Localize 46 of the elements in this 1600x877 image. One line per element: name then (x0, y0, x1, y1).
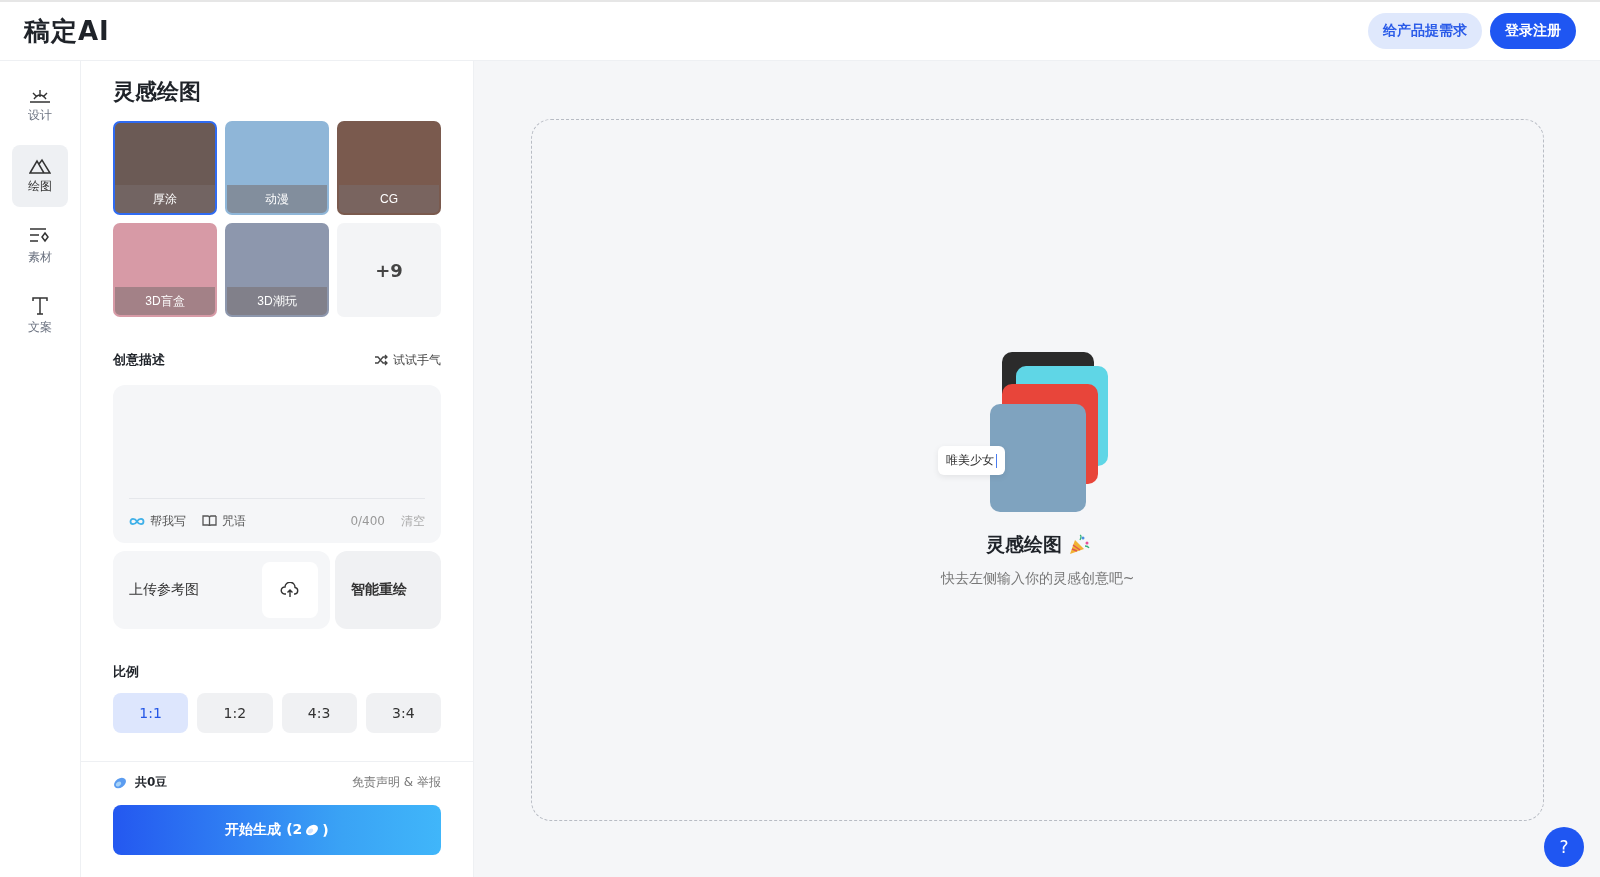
style-card[interactable]: 动漫 (225, 121, 329, 215)
party-popper-icon (1067, 534, 1090, 556)
nav-item[interactable]: 文案 (12, 285, 68, 347)
prompt-tool-button[interactable]: 帮我写 (129, 512, 186, 530)
style-card[interactable]: 厚涂 (113, 121, 217, 215)
ratio-option[interactable]: 1:1 (113, 693, 189, 733)
infinity-icon (129, 516, 145, 526)
upload-button[interactable] (262, 562, 318, 618)
list-sparkle-icon (29, 226, 51, 245)
feedback-button[interactable]: 给产品提需求 (1368, 13, 1482, 49)
style-card[interactable]: 3D潮玩 (225, 223, 329, 317)
prompt-tag: 唯美少女 (937, 446, 1005, 475)
text-icon (31, 296, 49, 315)
ratio-option[interactable]: 1:2 (197, 693, 273, 733)
help-button[interactable]: ? (1544, 827, 1584, 867)
shuffle-button[interactable]: 试试手气 (374, 351, 441, 369)
section-heading: 创意描述 (113, 351, 165, 369)
logo: 稿定AI (24, 14, 110, 48)
book-icon (202, 515, 217, 527)
more-styles-button[interactable]: +9 (337, 223, 441, 317)
ratio-option[interactable]: 4:3 (281, 693, 357, 733)
redraw-button[interactable]: 智能重绘 (335, 551, 441, 629)
disclaimer-link[interactable]: 免责声明 & 举报 (352, 774, 441, 791)
nav-item[interactable]: 设计 (12, 75, 68, 137)
style-card[interactable]: 3D盲盒 (113, 223, 217, 317)
mountain-icon (29, 157, 51, 174)
section-heading: 比例 (113, 663, 139, 681)
nav-item[interactable]: 绘图 (12, 145, 68, 207)
nav-item[interactable]: 素材 (12, 215, 68, 277)
bean-balance: 共0豆 (135, 774, 168, 791)
char-count: 0/400 (350, 514, 385, 528)
bean-icon (113, 776, 127, 789)
login-button[interactable]: 登录注册 (1490, 13, 1576, 49)
prompt-tool-button[interactable]: 咒语 (202, 512, 246, 530)
sunrise-icon (29, 88, 51, 103)
shuffle-icon (374, 354, 388, 366)
style-card[interactable]: CG (337, 121, 441, 215)
generate-button[interactable]: 开始生成 (2 ) (113, 805, 441, 855)
bean-icon (305, 824, 320, 836)
panel-title: 灵感绘图 (113, 78, 202, 106)
canvas-subtitle: 快去左侧输入你的灵感创意吧~ (940, 570, 1135, 588)
upload-label: 上传参考图 (129, 581, 199, 599)
cloud-upload-icon (280, 582, 300, 598)
canvas-title: 灵感绘图 (985, 532, 1062, 557)
prompt-field[interactable]: 帮我写 咒语 0/400 清空 (113, 385, 441, 543)
ratio-option[interactable]: 3:4 (365, 693, 441, 733)
